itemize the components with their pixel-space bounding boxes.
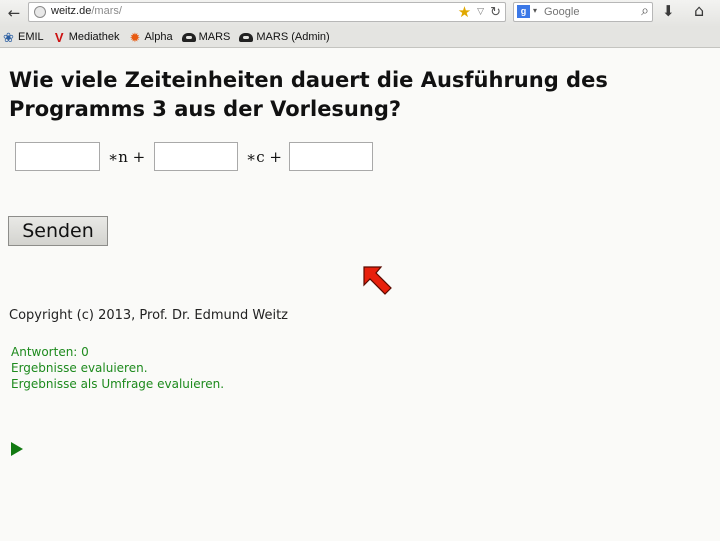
bookmark-label: MARS (Admin) — [256, 31, 330, 43]
coefficient-c-input[interactable] — [154, 142, 238, 171]
copyright-text: Copyright (c) 2013, Prof. Dr. Edmund Wei… — [9, 308, 288, 323]
bookmark-label: Mediathek — [68, 31, 120, 43]
bookmark-label: EMIL — [18, 31, 44, 43]
url-text: weitz.de/mars/ — [51, 5, 122, 17]
mouse-cursor-icon — [363, 266, 392, 295]
term-n-label: ∗n + — [108, 148, 146, 166]
search-bar[interactable]: g ▾ ⌕ — [513, 2, 653, 22]
download-arrow-icon: ⬇ — [662, 2, 675, 20]
bookmark-emil[interactable]: ❀ EMIL — [2, 31, 44, 44]
answers-count: Antworten: 0 — [11, 345, 89, 359]
bookmark-label: Alpha — [144, 31, 173, 43]
dropdown-icon[interactable]: ▽ — [477, 7, 484, 17]
url-domain: weitz.de — [51, 5, 92, 17]
evaluate-survey-link[interactable]: Ergebnisse als Umfrage evaluieren. — [11, 377, 224, 391]
evaluate-results-link[interactable]: Ergebnisse evaluieren. — [11, 361, 148, 375]
url-path: /mars/ — [91, 5, 122, 17]
search-engine-icon[interactable]: g — [517, 5, 530, 18]
reload-icon[interactable]: ↻ — [490, 5, 501, 20]
bookmarks-bar: ❀ EMIL V Mediathek ✹ Alpha MARS MARS (Ad… — [0, 27, 720, 48]
home-icon: ⌂ — [694, 1, 705, 20]
download-button[interactable]: ⬇ — [662, 2, 675, 20]
mars-icon — [239, 32, 254, 42]
coefficient-n-input[interactable] — [15, 142, 100, 171]
bookmark-mediathek[interactable]: V Mediathek — [53, 31, 120, 44]
globe-icon — [34, 6, 46, 18]
back-button[interactable]: ← — [3, 2, 25, 24]
send-button[interactable]: Senden — [8, 216, 108, 246]
bookmark-mars[interactable]: MARS — [181, 31, 231, 43]
browser-toolbar: ← weitz.de/mars/ ★ ▽ ↻ g ▾ ⌕ ⬇ ⌂ — [0, 0, 720, 27]
search-input[interactable] — [544, 4, 634, 20]
question-title: Wie viele Zeiteinheiten dauert die Ausfü… — [9, 68, 608, 121]
bookmark-alpha[interactable]: ✹ Alpha — [128, 29, 173, 45]
mediathek-icon: V — [54, 29, 64, 45]
alpha-icon: ✹ — [129, 29, 141, 45]
star-icon[interactable]: ★ — [458, 3, 471, 21]
term-c-label: ∗c + — [246, 148, 282, 166]
home-button[interactable]: ⌂ — [694, 1, 704, 20]
constant-input[interactable] — [289, 142, 373, 171]
url-bar[interactable]: weitz.de/mars/ ★ ▽ ↻ — [28, 2, 506, 22]
back-arrow-icon: ← — [7, 4, 21, 22]
bookmark-mars-admin[interactable]: MARS (Admin) — [239, 31, 330, 43]
emil-icon: ❀ — [3, 29, 14, 45]
bookmark-label: MARS — [198, 31, 231, 43]
mars-icon — [181, 32, 196, 42]
play-icon[interactable] — [10, 441, 24, 457]
magnifier-icon[interactable]: ⌕ — [641, 3, 649, 19]
engine-dropdown-icon[interactable]: ▾ — [533, 6, 537, 15]
